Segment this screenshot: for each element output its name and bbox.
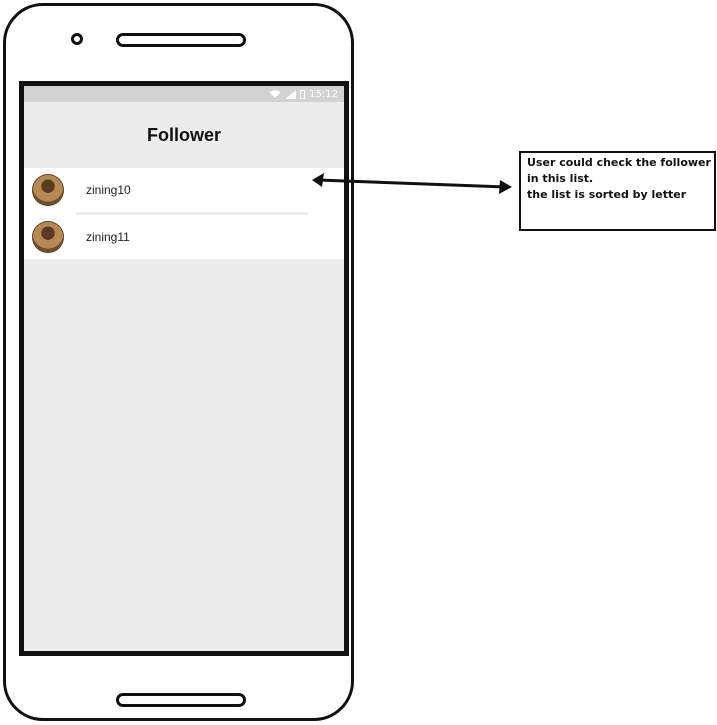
annotation-line: the list is sorted by letter xyxy=(527,188,687,201)
annotation-line: in this list. xyxy=(527,172,594,185)
annotation-line: User could check the follower xyxy=(527,156,711,169)
annotation-note: User could check the follower in this li… xyxy=(519,151,716,231)
annotation-arrow xyxy=(312,173,512,194)
